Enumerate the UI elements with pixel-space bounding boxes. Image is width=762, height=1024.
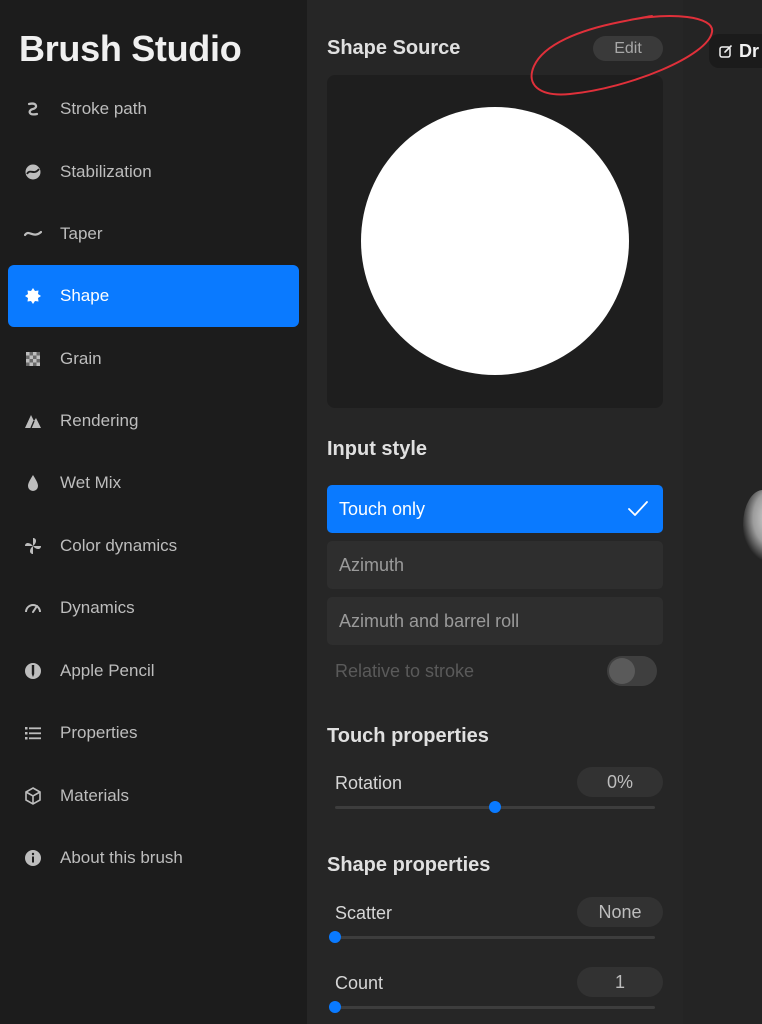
drawing-pad-tab[interactable]: Dr [709, 34, 762, 68]
sidebar-item-color-dynamics[interactable]: Color dynamics [8, 515, 299, 577]
shape-source-title: Shape Source [327, 37, 461, 59]
stroke-path-icon [22, 98, 44, 120]
sidebar-item-label: Materials [60, 786, 129, 805]
option-label: Azimuth [339, 554, 405, 575]
checkmark-icon [627, 500, 649, 518]
shape-properties-title: Shape properties [327, 854, 491, 876]
sidebar-item-apple-pencil[interactable]: Apple Pencil [8, 640, 299, 702]
sidebar-item-label: Wet Mix [60, 473, 122, 492]
sidebar-item-label: About this brush [60, 848, 183, 867]
wet-mix-icon [22, 472, 44, 494]
relative-to-stroke-toggle[interactable] [607, 656, 657, 686]
sidebar-item-label: Stroke path [60, 99, 147, 118]
color-dynamics-icon [22, 535, 44, 557]
sidebar-item-materials[interactable]: Materials [8, 765, 299, 827]
brush-stroke-preview [743, 490, 762, 560]
scatter-label: Scatter [335, 903, 393, 923]
touch-properties-title: Touch properties [327, 725, 489, 747]
sidebar-item-dynamics[interactable]: Dynamics [8, 577, 299, 639]
rotation-slider[interactable] [335, 801, 655, 813]
properties-icon [22, 722, 44, 744]
count-value[interactable]: 1 [577, 967, 663, 997]
sidebar-item-label: Taper [60, 224, 103, 243]
relative-to-stroke-row: Relative to stroke [335, 655, 657, 687]
scatter-slider[interactable] [329, 931, 655, 943]
sidebar-item-rendering[interactable]: Rendering [8, 390, 299, 452]
option-label: Azimuth and barrel roll [339, 610, 520, 631]
sidebar-item-grain[interactable]: Grain [8, 328, 299, 390]
input-style-azimuth[interactable]: Azimuth [327, 541, 663, 589]
sidebar-item-about-this-brush[interactable]: About this brush [8, 827, 299, 889]
sidebar-item-label: Stabilization [60, 162, 152, 181]
edit-icon [719, 45, 732, 58]
materials-icon [22, 785, 44, 807]
sidebar-item-shape[interactable]: Shape [8, 265, 299, 327]
rotation-slider-knob[interactable] [489, 801, 501, 813]
option-label: Touch only [339, 498, 426, 519]
toggle-knob [609, 658, 635, 684]
apple-pencil-icon [22, 660, 44, 682]
rotation-label: Rotation [335, 773, 403, 793]
sidebar-item-label: Rendering [60, 411, 139, 430]
rendering-icon [22, 410, 44, 432]
app-title: Brush Studio [19, 28, 242, 69]
shape-source-preview[interactable] [327, 75, 663, 408]
sidebar-item-label: Dynamics [60, 598, 135, 617]
sidebar-item-stroke-path[interactable]: Stroke path [8, 78, 299, 140]
sidebar-item-properties[interactable]: Properties [8, 702, 299, 764]
sidebar: Brush Studio Stroke path Stabilization T… [0, 0, 307, 1024]
drawing-pad-tab-label: Dr [739, 40, 760, 61]
count-slider-knob[interactable] [329, 1001, 341, 1013]
sidebar-item-label: Properties [60, 723, 138, 742]
stabilization-icon [22, 161, 44, 183]
count-label: Count [335, 973, 384, 993]
taper-icon [22, 223, 44, 245]
input-style-touch-only[interactable]: Touch only [327, 485, 663, 533]
sidebar-item-taper[interactable]: Taper [8, 203, 299, 265]
sidebar-item-stabilization[interactable]: Stabilization [8, 141, 299, 203]
relative-to-stroke-label: Relative to stroke [335, 660, 475, 681]
input-style-title: Input style [327, 438, 428, 460]
count-slider[interactable] [329, 1001, 655, 1013]
input-style-azimuth-barrel-roll[interactable]: Azimuth and barrel roll [327, 597, 663, 645]
rotation-value[interactable]: 0% [577, 767, 663, 797]
dynamics-icon [22, 597, 44, 619]
sidebar-item-label: Shape [60, 286, 110, 305]
edit-button[interactable]: Edit [593, 36, 663, 61]
sidebar-item-wet-mix[interactable]: Wet Mix [8, 452, 299, 514]
scatter-value[interactable]: None [577, 897, 663, 927]
shape-icon [22, 285, 44, 307]
sidebar-item-label: Grain [60, 349, 102, 368]
sidebar-item-label: Color dynamics [60, 536, 178, 555]
brush-studio-window: Brush Studio Stroke path Stabilization T… [0, 0, 762, 1024]
scatter-slider-knob[interactable] [329, 931, 341, 943]
shape-settings-panel: Shape Source Edit Input style Touch only… [307, 0, 683, 1024]
info-icon [22, 847, 44, 869]
shape-circle-image [361, 107, 629, 375]
grain-icon [22, 348, 44, 370]
drawing-pad[interactable]: Dr [683, 0, 762, 1024]
sidebar-item-label: Apple Pencil [60, 661, 155, 680]
